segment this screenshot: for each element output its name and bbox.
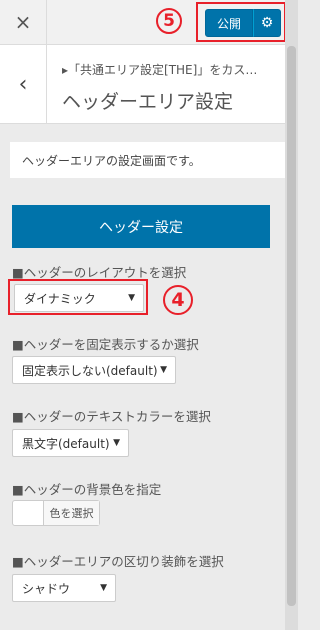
divider-label: ■ヘッダーエリアの区切り装飾を選択 bbox=[12, 554, 224, 569]
text-color-label: ■ヘッダーのテキストカラーを選択 bbox=[12, 409, 211, 424]
annotation-4-badge: 4 bbox=[163, 285, 193, 315]
chevron-left-icon: ‹ bbox=[18, 71, 28, 97]
bg-color-picker-button[interactable]: 色を選択 bbox=[12, 500, 100, 526]
close-icon: × bbox=[14, 10, 32, 34]
annotation-5-badge: 5 bbox=[156, 8, 182, 34]
fixed-select-value: 固定表示しない(default) bbox=[22, 363, 158, 378]
scrollbar[interactable] bbox=[285, 0, 298, 630]
back-button[interactable]: ‹ bbox=[0, 45, 47, 123]
color-swatch bbox=[13, 501, 44, 525]
header-settings-button[interactable]: ヘッダー設定 bbox=[12, 205, 270, 248]
chevron-down-icon: ▼ bbox=[100, 583, 107, 593]
fixed-label: ■ヘッダーを固定表示するか選択 bbox=[12, 337, 199, 352]
publish-highlight-outline bbox=[196, 2, 286, 42]
customizer-topbar: × 5 公開 ⚙ bbox=[0, 0, 286, 45]
text-color-select[interactable]: 黒文字(default) ▼ bbox=[12, 429, 129, 457]
panel-header: ‹ ▸「共通エリア設定[THE]」をカス… ヘッダーエリア設定 bbox=[0, 45, 285, 124]
panel-description: ヘッダーエリアの設定画面です。 bbox=[10, 142, 285, 178]
fixed-select[interactable]: 固定表示しない(default) ▼ bbox=[12, 356, 176, 384]
scrollbar-thumb[interactable] bbox=[287, 46, 296, 606]
bg-color-label: ■ヘッダーの背景色を指定 bbox=[12, 482, 162, 497]
divider-select[interactable]: シャドウ ▼ bbox=[12, 574, 116, 602]
breadcrumb: ▸「共通エリア設定[THE]」をカス… bbox=[62, 63, 258, 77]
chevron-down-icon: ▼ bbox=[113, 438, 120, 448]
bg-color-button-label: 色を選択 bbox=[44, 501, 99, 525]
layout-highlight-outline bbox=[8, 279, 148, 315]
close-button[interactable]: × bbox=[0, 0, 47, 44]
chevron-down-icon: ▼ bbox=[160, 365, 167, 375]
text-color-select-value: 黒文字(default) bbox=[22, 436, 110, 451]
panel-title: ヘッダーエリア設定 bbox=[62, 91, 234, 113]
divider-select-value: シャドウ bbox=[22, 581, 71, 596]
